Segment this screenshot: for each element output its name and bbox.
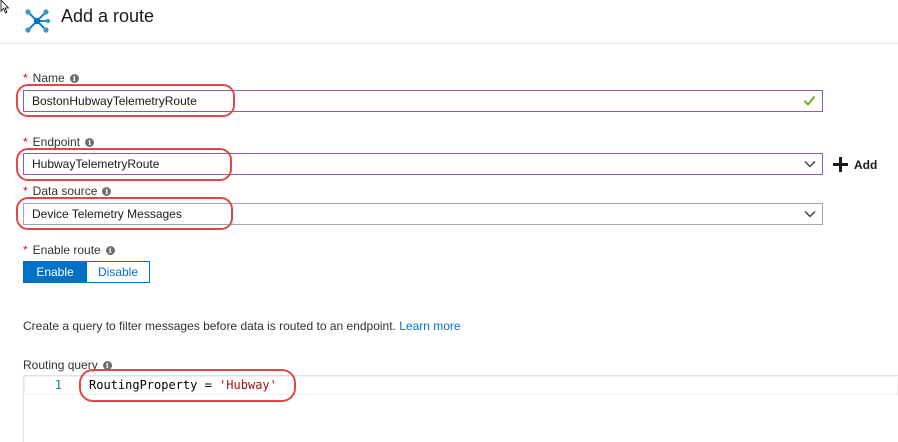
route-icon [25, 9, 51, 33]
name-label-row: * Name i [23, 71, 79, 85]
required-marker: * [23, 243, 28, 257]
required-marker: * [23, 184, 28, 198]
endpoint-label-row: * Endpoint i [23, 135, 95, 149]
endpoint-label: Endpoint [32, 135, 81, 149]
highlight-callout [16, 197, 233, 230]
header-divider [0, 43, 898, 44]
add-endpoint-button[interactable]: Add [833, 157, 877, 172]
info-icon[interactable]: i [102, 186, 112, 196]
enable-route-label-row: * Enable route i [23, 243, 115, 257]
info-icon[interactable]: i [105, 245, 115, 255]
enable-route-toggle[interactable]: Enable Disable [23, 261, 150, 283]
enable-button[interactable]: Enable [23, 261, 87, 283]
data-source-label-row: * Data source i [23, 184, 112, 198]
line-number: 1 [54, 378, 62, 392]
chevron-down-icon [804, 211, 816, 218]
checkmark-icon [803, 95, 816, 106]
highlight-callout [16, 148, 232, 181]
highlight-callout [16, 84, 235, 117]
required-marker: * [23, 71, 28, 85]
plus-icon [833, 157, 848, 172]
page-title: Add a route [61, 6, 155, 26]
learn-more-link[interactable]: Learn more [399, 319, 460, 333]
chevron-down-icon [804, 161, 816, 168]
add-label: Add [854, 157, 878, 172]
highlight-callout [79, 369, 296, 402]
data-source-label: Data source [32, 184, 98, 198]
required-marker: * [23, 135, 28, 149]
name-label: Name [32, 71, 65, 85]
description-text: Create a query to filter messages before… [23, 319, 396, 333]
info-icon[interactable]: i [85, 137, 95, 147]
query-description: Create a query to filter messages before… [23, 319, 461, 333]
info-icon[interactable]: i [69, 73, 79, 83]
disable-button[interactable]: Disable [87, 261, 150, 283]
mouse-cursor-icon [0, 0, 10, 14]
enable-route-label: Enable route [32, 243, 101, 257]
